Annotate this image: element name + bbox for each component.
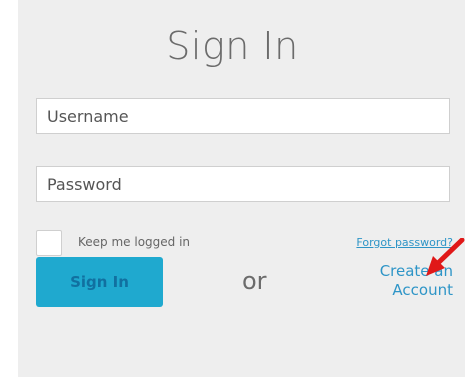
password-input[interactable] (36, 166, 450, 202)
page-title: Sign In (166, 24, 299, 68)
create-account-line2: Account (392, 281, 453, 299)
username-input[interactable] (36, 98, 450, 134)
sign-in-button[interactable]: Sign In (36, 257, 163, 307)
keep-logged-in-checkbox[interactable] (36, 230, 62, 256)
red-arrow-icon (426, 238, 465, 276)
keep-logged-in-label: Keep me logged in (78, 235, 191, 249)
or-separator: or (242, 267, 267, 295)
